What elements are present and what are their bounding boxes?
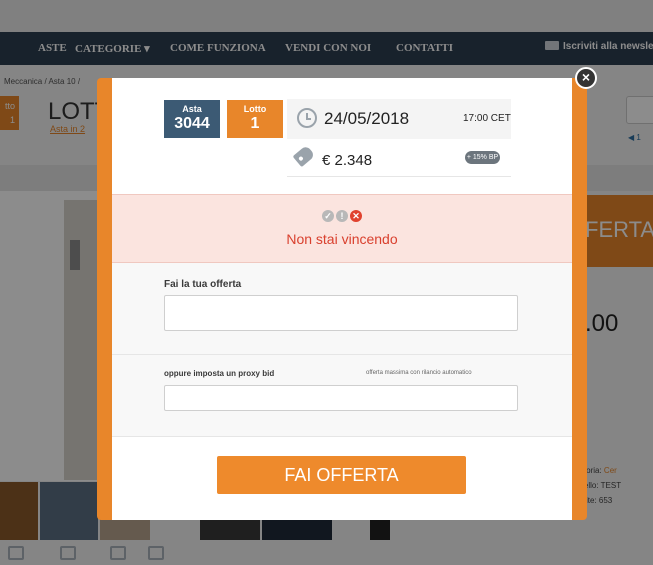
clock-icon bbox=[297, 108, 317, 128]
submit-offer-button[interactable]: FAI OFFERTA bbox=[217, 456, 466, 494]
proxy-bid-input[interactable] bbox=[164, 385, 518, 411]
asta-value: 3044 bbox=[174, 115, 210, 132]
price-row: € 2.348 + 15% BP bbox=[287, 139, 511, 177]
check-icon: ✓ bbox=[322, 210, 334, 222]
auction-date: 24/05/2018 bbox=[324, 109, 410, 128]
date-row: 24/05/2018 17:00 CET bbox=[287, 99, 511, 139]
asta-number-box: Asta 3044 bbox=[164, 100, 220, 138]
offer-input[interactable] bbox=[164, 295, 518, 331]
buyer-premium-badge: + 15% BP bbox=[465, 151, 500, 164]
exclamation-icon: ! bbox=[336, 210, 348, 222]
status-message: Non stai vincendo bbox=[286, 231, 398, 247]
proxy-label: oppure imposta un proxy bid bbox=[164, 369, 275, 378]
offer-label: Fai la tua offerta bbox=[164, 279, 242, 290]
proxy-hint: offerta massima con rilancio automatico bbox=[366, 370, 472, 376]
close-icon[interactable]: × bbox=[575, 67, 597, 89]
current-price: € 2.348 bbox=[322, 152, 373, 169]
status-icons: ✓ ! ✕ bbox=[112, 210, 572, 222]
bid-status-panel: ✓ ! ✕ Non stai vincendo bbox=[112, 194, 572, 263]
lotto-number-box: Lotto 1 bbox=[227, 100, 283, 138]
offer-section: Fai la tua offerta bbox=[112, 263, 572, 355]
proxy-section: oppure imposta un proxy bid offerta mass… bbox=[112, 355, 572, 437]
lotto-label: Lotto bbox=[243, 104, 267, 114]
lotto-value: 1 bbox=[250, 115, 260, 132]
bid-modal: Asta 3044 Lotto 1 24/05/2018 17:00 CET €… bbox=[97, 78, 587, 520]
auction-time: 17:00 CET bbox=[463, 113, 511, 124]
bid-modal-content: Asta 3044 Lotto 1 24/05/2018 17:00 CET €… bbox=[112, 78, 572, 520]
x-icon: ✕ bbox=[350, 210, 362, 222]
asta-label: Asta bbox=[182, 104, 202, 114]
price-tag-icon bbox=[292, 144, 316, 168]
modal-footer: FAI OFFERTA bbox=[112, 437, 572, 520]
